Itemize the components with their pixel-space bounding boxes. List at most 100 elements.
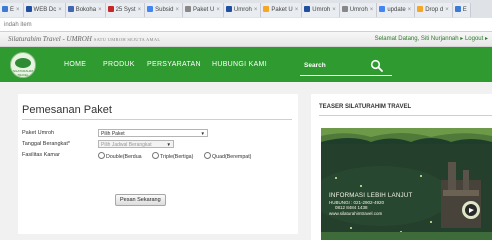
room-option-label: Double(Berdua [106,154,142,160]
browser-tab[interactable]: Umroh × [339,3,378,17]
tab-favicon-icon [107,6,114,12]
dropdown-arrow-icon: ▼ [200,131,205,136]
tab-label: Paket U [271,7,293,13]
tab-label: Paket U [193,7,215,13]
divider [319,115,492,116]
browser-tab[interactable]: Paket U × [261,3,303,17]
tab-close-icon[interactable]: × [138,7,142,13]
banner-artwork [321,128,492,240]
room-option-double[interactable]: Double(Berdua [98,152,142,160]
room-option-quad[interactable]: Quad(Berempat) [204,152,251,160]
package-select-value: Pilih Paket [101,131,125,137]
tab-favicon-icon [379,6,386,12]
nav-item-persyaratan[interactable]: PERSYARATAN [147,61,201,68]
tab-label: Bokoha [75,7,97,13]
page: Silaturahim Travel - UMROH SATU UMROH SEJ… [0,32,492,240]
teaser-panel: TEASER SILATURAHIM TRAVEL INFORMASI LEBI… [311,94,492,240]
browser-tab[interactable]: Ε × [0,3,24,17]
tab-close-icon[interactable]: × [98,7,102,13]
order-form-panel: Pemesanan Paket Paket Umroh Pilih Paket ▼… [18,94,298,234]
package-select[interactable]: Pilih Paket ▼ [98,129,208,137]
banner-phone-2: 0812 8484 1438 [335,205,368,210]
browser-tab[interactable]: Ε [452,3,471,17]
tab-close-icon[interactable]: × [332,7,336,13]
tab-close-icon[interactable]: × [408,7,412,13]
divider [22,119,292,120]
address-bar[interactable]: indah item [0,18,492,32]
date-label: Tanggal Berangkat* [22,141,71,147]
teaser-banner[interactable]: INFORMASI LEBIH LANJUT HUBUNGI : 021-290… [321,128,492,240]
tab-close-icon[interactable]: × [295,7,299,13]
search-icon[interactable] [370,59,384,73]
tab-close-icon[interactable]: × [370,7,374,13]
submit-order-button[interactable]: Pesan Sekarang [115,194,166,206]
tab-close-icon[interactable]: × [254,7,258,13]
tab-label: Ε [10,7,15,13]
browser-tab[interactable]: Umroh × [223,3,262,17]
dropdown-arrow-icon: ▼ [166,142,171,147]
nav-item-home[interactable]: HOME [64,61,86,68]
welcome-text[interactable]: Selamat Datang, Siti Nurjannah ▸ Logout … [375,35,488,42]
address-text: indah item [4,22,32,28]
browser-tab[interactable]: 25 Syst × [105,3,146,17]
top-strip: Silaturahim Travel - UMROH SATU UMROH SEJ… [0,32,492,47]
search-input[interactable] [304,60,364,70]
tab-favicon-icon [25,6,32,12]
tab-close-icon[interactable]: × [216,7,220,13]
room-option-triple[interactable]: Triple(Bertiga) [152,152,193,160]
tab-favicon-icon [185,6,191,12]
room-option-label: Triple(Bertiga) [160,154,194,160]
site-tagline: SATU UMROH SEJUTA AMAL [93,37,161,42]
tab-favicon-icon [225,6,232,12]
tab-label: Umroh [312,7,331,13]
nav-item-hubungi-kami[interactable]: HUBUNGI KAMI [212,61,267,68]
room-option-label: Quad(Berempat) [212,154,252,160]
date-select[interactable]: Pilih Jadwal Berangkat ▼ [98,140,174,148]
tab-close-icon[interactable]: × [58,7,62,13]
banner-heading: INFORMASI LEBIH LANJUT [329,192,413,199]
radio-circle-icon [98,152,105,159]
browser-tab[interactable]: Paket U × [183,3,224,17]
tab-close-icon[interactable]: × [445,7,449,13]
tab-label: Umroh [233,7,252,13]
browser-tab[interactable]: Bokoha × [65,3,106,17]
tab-favicon-icon [341,6,348,12]
tab-label: Drop d [425,7,444,13]
tab-favicon-icon [263,6,270,12]
browser-tab[interactable]: Subsid × [145,3,183,17]
tab-label: update [387,7,406,13]
browser-tab[interactable]: Umroh × [302,3,340,17]
browser-tab[interactable]: update × [377,3,416,17]
teaser-title: TEASER SILATURAHIM TRAVEL [319,104,412,110]
tab-favicon-icon [454,6,461,12]
site-logo[interactable]: SILATURAHIM TRAVEL [10,52,36,78]
tab-favicon-icon [2,6,8,12]
main-nav: SILATURAHIM TRAVEL HOME PRODUK PERSYARAT… [0,47,492,82]
package-label: Paket Umroh [22,130,55,136]
radio-circle-icon [204,152,211,159]
banner-website: www.silaturahimtravel.com [329,211,383,216]
date-select-value: Pilih Jadwal Berangkat [101,142,152,148]
tab-label: Ε [462,7,467,13]
logo-emblem-icon [15,58,31,68]
tab-label: 25 Syst [115,7,136,13]
room-label: Fasilitas Kamar [22,152,60,158]
search-box [300,54,392,76]
nav-item-produk[interactable]: PRODUK [103,61,135,68]
banner-info: INFORMASI LEBIH LANJUT HUBUNGI : 021-290… [329,192,429,216]
tab-close-icon[interactable]: × [16,7,20,13]
site-title-text: Silaturahim Travel - UMROH [8,35,92,43]
radio-circle-icon [152,152,159,159]
tab-favicon-icon [304,6,311,12]
tab-close-icon[interactable]: × [175,7,179,13]
tab-favicon-icon [67,6,74,12]
site-title: Silaturahim Travel - UMROH SATU UMROH SEJ… [8,35,160,43]
browser-tab-bar: Ε × WEB Dc × Bokoha × 25 Syst × Subsid × Paket U × U… [0,0,492,18]
browser-tab[interactable]: WEB Dc × [23,3,66,17]
tab-favicon-icon [417,6,424,12]
tab-favicon-icon [147,6,154,12]
logo-text: SILATURAHIM TRAVEL [13,69,33,77]
tab-label: WEB Dc [33,7,57,13]
browser-tab[interactable]: Drop d × [415,3,453,17]
tab-label: Subsid [155,7,174,13]
